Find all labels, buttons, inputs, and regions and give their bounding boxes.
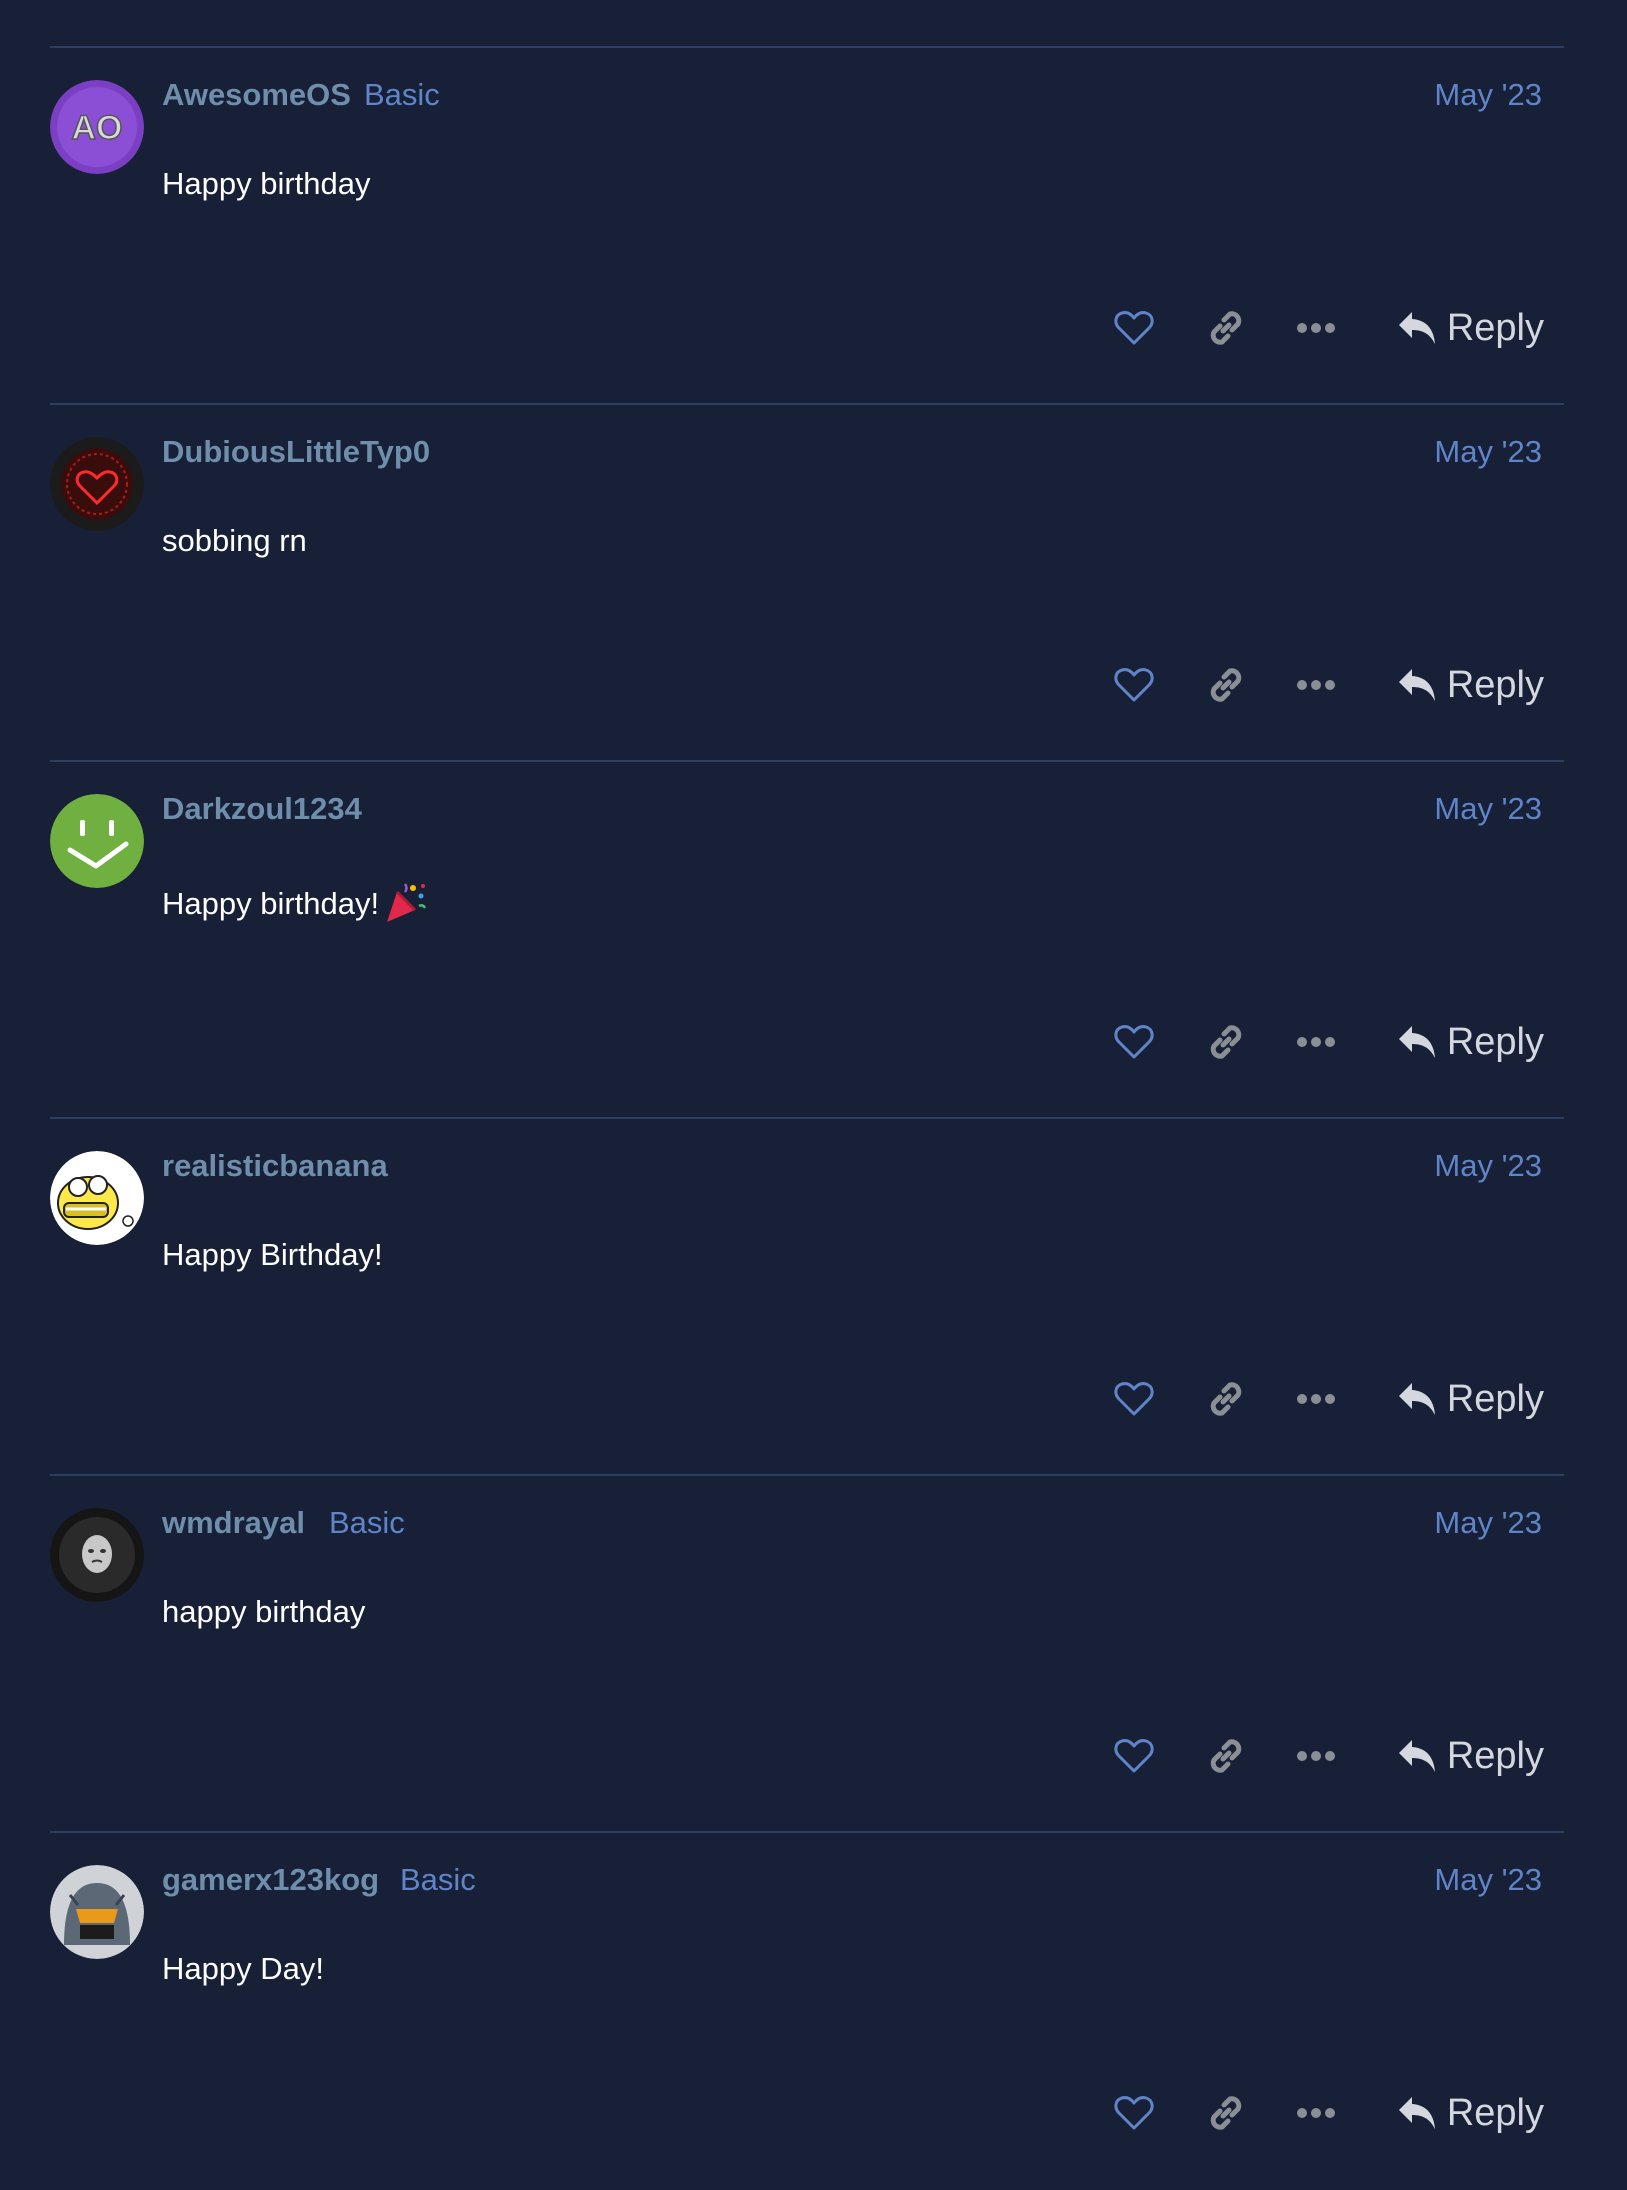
avatar[interactable] — [50, 1508, 144, 1602]
reply-button[interactable]: Reply — [1384, 303, 1544, 353]
more-button[interactable] — [1286, 1731, 1346, 1781]
reply-label: Reply — [1446, 1734, 1544, 1777]
reply-button[interactable]: Reply — [1384, 1731, 1544, 1781]
post-content: Happy Birthday! — [162, 1237, 383, 1272]
copy-link-button[interactable] — [1196, 1374, 1256, 1424]
user-badge[interactable]: Basic — [329, 1505, 405, 1541]
post-actions: Reply — [1104, 1374, 1544, 1424]
post: gamerx123kog Basic May '23 Happy Day! Re… — [50, 1831, 1564, 2188]
like-button[interactable] — [1104, 1731, 1164, 1781]
post-date[interactable]: May '23 — [1434, 791, 1542, 827]
post: DubiousLittleTyp0 May '23 sobbing rn Rep… — [50, 403, 1564, 760]
post: wmdrayal Basic May '23 happy birthday Re… — [50, 1474, 1564, 1831]
post: AO AwesomeOS Basic May '23 Happy birthda… — [50, 46, 1564, 403]
heart-icon — [1114, 668, 1154, 702]
more-button[interactable] — [1286, 303, 1346, 353]
reply-icon — [1398, 312, 1435, 344]
reply-button[interactable]: Reply — [1384, 1017, 1544, 1067]
ellipsis-icon — [1297, 1751, 1335, 1761]
like-button[interactable] — [1104, 1017, 1164, 1067]
link-icon — [1210, 311, 1242, 345]
reply-label: Reply — [1446, 663, 1544, 706]
copy-link-button[interactable] — [1196, 303, 1256, 353]
heart-icon — [1114, 1025, 1154, 1059]
link-icon — [1210, 1739, 1242, 1773]
heart-icon — [1114, 1739, 1154, 1773]
username[interactable]: wmdrayal — [162, 1505, 305, 1541]
post-actions: Reply — [1104, 1731, 1544, 1781]
like-button[interactable] — [1104, 660, 1164, 710]
post-date[interactable]: May '23 — [1434, 1505, 1542, 1541]
ellipsis-icon — [1297, 1394, 1335, 1404]
user-badge[interactable]: Basic — [364, 77, 440, 113]
username[interactable]: gamerx123kog — [162, 1862, 379, 1898]
post: realisticbanana May '23 Happy Birthday! … — [50, 1117, 1564, 1474]
post-text: Happy birthday! — [162, 886, 380, 921]
avatar[interactable] — [50, 794, 144, 888]
reply-icon — [1398, 1026, 1435, 1058]
copy-link-button[interactable] — [1196, 2088, 1256, 2138]
reply-label: Reply — [1446, 306, 1544, 349]
username[interactable]: AwesomeOS — [162, 77, 351, 113]
heart-icon — [1114, 311, 1154, 345]
post-content: Happy birthday! — [162, 880, 427, 924]
like-button[interactable] — [1104, 1374, 1164, 1424]
avatar[interactable] — [50, 437, 144, 531]
ellipsis-icon — [1297, 1037, 1335, 1047]
reply-icon — [1398, 1740, 1435, 1772]
post-content: Happy Day! — [162, 1951, 324, 1986]
post-actions: Reply — [1104, 660, 1544, 710]
username[interactable]: realisticbanana — [162, 1148, 388, 1184]
post-content: Happy birthday — [162, 166, 371, 201]
reply-label: Reply — [1446, 2091, 1544, 2134]
username[interactable]: DubiousLittleTyp0 — [162, 434, 430, 470]
svg-text:AO: AO — [72, 109, 123, 147]
user-badge[interactable]: Basic — [400, 1862, 476, 1898]
avatar[interactable] — [50, 1151, 144, 1245]
copy-link-button[interactable] — [1196, 1017, 1256, 1067]
reply-button[interactable]: Reply — [1384, 2088, 1544, 2138]
post-date[interactable]: May '23 — [1434, 77, 1542, 113]
post-actions: Reply — [1104, 1017, 1544, 1067]
like-button[interactable] — [1104, 2088, 1164, 2138]
post-actions: Reply — [1104, 2088, 1544, 2138]
username[interactable]: Darkzoul1234 — [162, 791, 362, 827]
tada-icon — [387, 883, 427, 922]
link-icon — [1210, 1025, 1242, 1059]
copy-link-button[interactable] — [1196, 1731, 1256, 1781]
post: Darkzoul1234 May '23 Happy birthday! Rep… — [50, 760, 1564, 1117]
link-icon — [1210, 1382, 1242, 1416]
post-date[interactable]: May '23 — [1434, 434, 1542, 470]
reply-label: Reply — [1446, 1020, 1544, 1063]
heart-icon — [1114, 1382, 1154, 1416]
link-icon — [1210, 668, 1242, 702]
ellipsis-icon — [1297, 680, 1335, 690]
avatar[interactable] — [50, 1865, 144, 1959]
post-date[interactable]: May '23 — [1434, 1148, 1542, 1184]
more-button[interactable] — [1286, 2088, 1346, 2138]
more-button[interactable] — [1286, 1374, 1346, 1424]
more-button[interactable] — [1286, 660, 1346, 710]
reply-button[interactable]: Reply — [1384, 660, 1544, 710]
avatar[interactable]: AO — [50, 80, 144, 174]
heart-icon — [1114, 2096, 1154, 2130]
reply-button[interactable]: Reply — [1384, 1374, 1544, 1424]
ellipsis-icon — [1297, 2108, 1335, 2118]
post-content: happy birthday — [162, 1594, 366, 1629]
post-date[interactable]: May '23 — [1434, 1862, 1542, 1898]
copy-link-button[interactable] — [1196, 660, 1256, 710]
like-button[interactable] — [1104, 303, 1164, 353]
post-content: sobbing rn — [162, 523, 307, 558]
reply-icon — [1398, 2097, 1435, 2129]
reply-icon — [1398, 1383, 1435, 1415]
reply-icon — [1398, 669, 1435, 701]
more-button[interactable] — [1286, 1017, 1346, 1067]
ellipsis-icon — [1297, 323, 1335, 333]
link-icon — [1210, 2096, 1242, 2130]
reply-label: Reply — [1446, 1377, 1544, 1420]
post-actions: Reply — [1104, 303, 1544, 353]
